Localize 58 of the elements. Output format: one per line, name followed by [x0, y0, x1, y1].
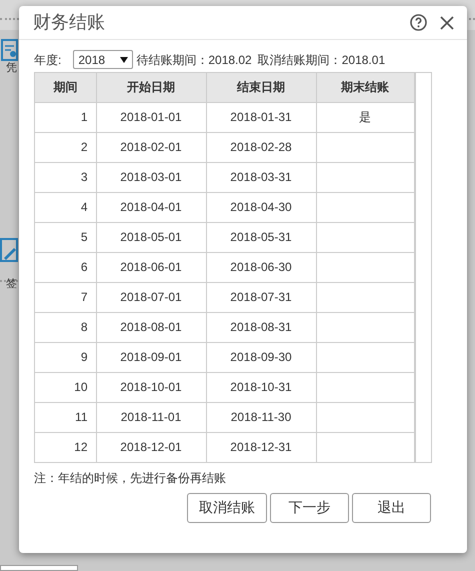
- pending-period-text: 待结账期间：2018.02: [136, 52, 252, 68]
- column-header: 结束日期: [206, 73, 316, 102]
- table-cell: 2018-10-31: [230, 380, 292, 394]
- table-cell: 2018-11-01: [120, 410, 182, 424]
- dialog-title: 财务结账: [33, 11, 105, 34]
- close-icon[interactable]: [439, 14, 455, 30]
- table-cell: 2018-02-01: [120, 140, 182, 154]
- table-cell: 2018-08-01: [120, 320, 182, 334]
- help-icon[interactable]: [410, 14, 427, 31]
- year-label: 年度:: [34, 52, 62, 68]
- table-cell: 2018-06-30: [230, 260, 292, 274]
- cancel-period-text: 取消结账期间：2018.01: [258, 52, 386, 68]
- table-cell: 2018-03-31: [230, 170, 292, 184]
- table-cell: 2: [80, 140, 88, 154]
- table-cell: 2018-12-01: [120, 440, 182, 454]
- table-cell: 2018-07-01: [120, 290, 182, 304]
- caret-icon[interactable]: [120, 56, 128, 62]
- table-cell: 2018-04-30: [230, 200, 292, 214]
- table-cell: 10: [74, 380, 88, 394]
- table-cell: 2018-04-01: [120, 200, 182, 214]
- scrollbar-track[interactable]: [414, 73, 431, 462]
- table-cell: 2018-07-31: [230, 290, 292, 304]
- table-cell: 5: [80, 230, 88, 244]
- column-header: 期间: [35, 73, 96, 102]
- table-cell: 1: [80, 110, 88, 124]
- table-cell: 8: [80, 320, 88, 334]
- table-cell: 11: [75, 410, 88, 424]
- pen-icon[interactable]: [0, 238, 18, 262]
- table-cell: 2018-12-31: [230, 440, 292, 454]
- table-cell: 是: [359, 110, 371, 124]
- table-cell: 2018-10-01: [120, 380, 182, 394]
- table-cell: 2018-08-31: [230, 320, 292, 334]
- dialog-button[interactable]: 退出: [352, 492, 431, 522]
- table-cell: 3: [80, 170, 88, 184]
- table-cell: 2018-01-31: [230, 110, 292, 124]
- note-text: 注：年结的时候，先进行备份再结账: [34, 470, 227, 486]
- table-cell: 2018-02-28: [230, 140, 292, 154]
- column-header: 开始日期: [96, 73, 206, 102]
- table-cell: 2018-03-01: [120, 170, 182, 184]
- dialog-button[interactable]: 取消结账: [187, 492, 267, 522]
- year-dropdown[interactable]: 2018: [73, 50, 134, 69]
- table-cell: 2018-11-30: [230, 410, 292, 424]
- table-cell: 2018-06-01: [120, 260, 182, 274]
- table-cell: 4: [80, 200, 88, 214]
- table-cell: 2018-05-01: [120, 230, 182, 244]
- table-cell: 6: [80, 260, 88, 274]
- table-cell: 2018-09-30: [230, 350, 292, 364]
- shortcut-label[interactable]: 签: [6, 276, 17, 292]
- table-cell: 2018-01-01: [120, 110, 182, 124]
- table-cell: 2018-05-31: [230, 230, 292, 244]
- table-cell: 9: [80, 350, 88, 364]
- document-icon[interactable]: [0, 38, 18, 62]
- table-cell: 12: [74, 440, 88, 454]
- table-cell: 7: [80, 290, 88, 304]
- table-cell: 2018-09-01: [120, 350, 182, 364]
- column-header: 期末结账: [316, 73, 414, 102]
- dialog-button[interactable]: 下一步: [270, 492, 349, 522]
- shortcut-label[interactable]: 凭: [6, 60, 17, 76]
